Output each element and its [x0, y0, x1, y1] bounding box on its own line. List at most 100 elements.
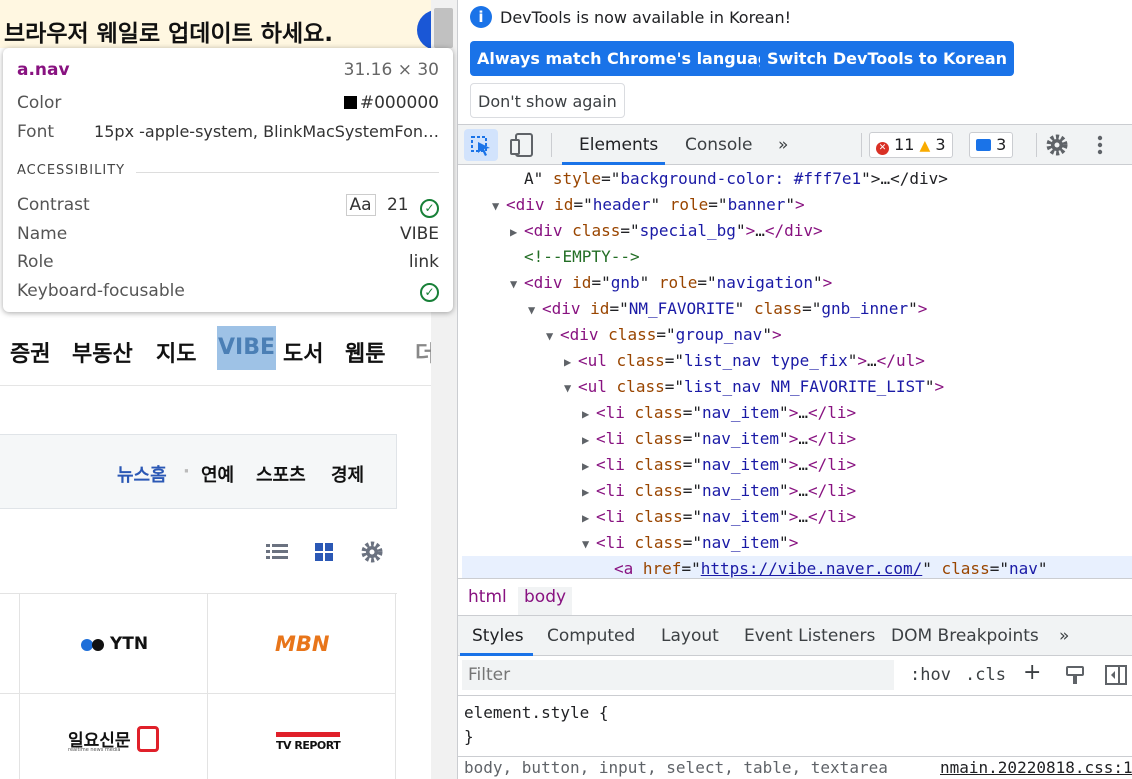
nav-item-more[interactable]: 더	[415, 336, 431, 368]
dom-node-line[interactable]: ▶ <li class="nav_item">…</li>	[582, 455, 856, 474]
issues-counter[interactable]: ✕ 11 ▲ 3	[869, 132, 953, 158]
expand-triangle-icon[interactable]: ▼	[546, 329, 560, 343]
expand-triangle-icon[interactable]: ▶	[582, 459, 596, 473]
update-banner[interactable]: 브라우저 웨일로 업데이트 하세요.	[0, 0, 431, 48]
press-name: MBN	[275, 632, 330, 656]
switch-to-korean-button[interactable]: Switch DevTools to Korean	[760, 41, 1015, 76]
tooltip-keyboard-check-wrap: ✓	[420, 281, 439, 302]
tooltip-font-row: Font 15px -apple-system, BlinkMacSystemF…	[17, 122, 439, 142]
dom-node-line[interactable]: ▼ <ul class="list_nav NM_FAVORITE_LIST">	[564, 377, 944, 396]
expand-triangle-icon[interactable]: ▼	[528, 303, 542, 317]
dom-node-line[interactable]: ▶ <li class="nav_item">…</li>	[582, 507, 856, 526]
more-options-icon[interactable]	[1090, 133, 1110, 157]
dom-node-line[interactable]: A" style="background-color: #fff7e1">…</…	[524, 169, 948, 188]
dom-node-line[interactable]: ▼ <div id="NM_FAVORITE" class="gnb_inner"…	[528, 299, 927, 318]
infobar-message: DevTools is now available in Korean!	[500, 8, 791, 27]
more-tabs-chevron-icon[interactable]: »	[778, 135, 788, 155]
news-entertainment-link[interactable]: 연예	[201, 461, 234, 487]
settings-gear-icon[interactable]	[1045, 133, 1069, 157]
warning-icon: ▲	[919, 138, 931, 154]
press-name: TV REPORT	[276, 732, 341, 752]
dom-node-line[interactable]: <a href="https://vibe.naver.com/" class=…	[614, 559, 1048, 578]
color-swatch-icon	[343, 96, 357, 109]
styles-filter-bar: :hov .cls +	[458, 656, 1132, 696]
tooltip-keyboard-label: Keyboard-focusable	[17, 281, 185, 301]
tooltip-divider	[136, 172, 439, 173]
more-tabs-chevron-icon[interactable]: »	[1059, 626, 1069, 646]
dom-node-line[interactable]: ▶ <li class="nav_item">…</li>	[582, 429, 856, 448]
list-view-icon[interactable]	[265, 540, 289, 564]
breadcrumb-body[interactable]: body	[518, 587, 573, 617]
tab-elements[interactable]: Elements	[579, 135, 658, 155]
element-style-selector[interactable]: element.style {	[464, 703, 609, 722]
expand-triangle-icon[interactable]: ▼	[564, 381, 578, 395]
tooltip-name-label: Name	[17, 224, 68, 244]
dont-show-again-button[interactable]: Don't show again	[470, 83, 625, 118]
dom-node-line[interactable]: ▼ <div id="header" role="banner">	[492, 195, 805, 214]
tab-console[interactable]: Console	[685, 135, 753, 155]
nav-item-stock[interactable]: 증권	[10, 336, 50, 368]
expand-triangle-icon[interactable]: ▼	[492, 199, 506, 213]
rule-source-link[interactable]: nmain.20220818.css:1	[940, 758, 1132, 777]
expand-triangle-icon[interactable]: ▶	[582, 407, 596, 421]
dom-node-line[interactable]: ▶ <li class="nav_item">…</li>	[582, 403, 856, 422]
devtools-toolbar: Elements Console » ✕ 11 ▲ 3 3	[458, 124, 1132, 165]
settings-gear-icon[interactable]	[360, 540, 384, 564]
dom-node-line[interactable]: ▶ <ul class="list_nav type_fix">…</ul>	[564, 351, 925, 370]
tab-event-listeners[interactable]: Event Listeners	[744, 626, 875, 646]
message-icon	[976, 139, 991, 151]
expand-triangle-icon[interactable]: ▶	[564, 355, 578, 369]
news-home-link[interactable]: 뉴스홈	[117, 461, 167, 487]
tab-layout[interactable]: Layout	[661, 626, 719, 646]
press-subtitle: realtime news media	[68, 747, 121, 753]
paint-brush-icon[interactable]	[1064, 664, 1086, 686]
nav-item-webtoon[interactable]: 웹툰	[345, 336, 385, 368]
tooltip-contrast-wrap: Aa 21 ✓	[345, 194, 439, 218]
news-sports-link[interactable]: 스포츠	[256, 461, 306, 487]
grid-view-icon[interactable]	[312, 540, 336, 564]
news-panel: 뉴스홈 · 연예 스포츠 경제	[0, 434, 397, 509]
nav-item-map[interactable]: 지도	[156, 336, 196, 368]
tab-computed[interactable]: Computed	[547, 626, 635, 646]
news-economy-link[interactable]: 경제	[331, 461, 364, 487]
press-cell-mbn[interactable]: MBN	[208, 594, 396, 694]
press-cell-tvreport[interactable]: TV REPORT	[208, 694, 396, 779]
contrast-sample: Aa	[345, 194, 376, 216]
messages-counter[interactable]: 3	[969, 132, 1014, 158]
expand-triangle-icon[interactable]: ▼	[510, 277, 524, 291]
dom-node-line[interactable]: ▼ <div class="group_nav">	[546, 325, 782, 344]
expand-triangle-icon[interactable]: ▶	[582, 511, 596, 525]
dom-node-line[interactable]: ▶ <div class="special_bg">…</div>	[510, 221, 823, 240]
styles-filter-input[interactable]	[462, 660, 894, 690]
tooltip-contrast-label: Contrast	[17, 195, 90, 215]
hover-state-toggle[interactable]: :hov	[910, 665, 951, 685]
class-toggle[interactable]: .cls	[965, 665, 1006, 685]
tooltip-selector: a.nav	[17, 60, 70, 80]
rule-selector[interactable]: body, button, input, select, table, text…	[464, 758, 888, 777]
expand-triangle-icon[interactable]: ▶	[582, 485, 596, 499]
expand-triangle-icon[interactable]: ▼	[582, 537, 596, 551]
breadcrumb-html[interactable]: html	[462, 587, 513, 617]
tooltip-color-label: Color	[17, 93, 62, 113]
scrollbar-thumb[interactable]	[434, 8, 453, 48]
device-toolbar-icon[interactable]	[508, 131, 538, 159]
press-cell-ytn[interactable]: YTN	[20, 594, 208, 694]
dom-node-line[interactable]: ▼ <div id="gnb" role="navigation">	[510, 273, 832, 292]
tab-styles[interactable]: Styles	[472, 626, 524, 646]
dom-node-line[interactable]: ▶ <li class="nav_item">…</li>	[582, 481, 856, 500]
new-style-rule-plus-icon[interactable]: +	[1023, 660, 1041, 685]
always-match-language-button[interactable]: Always match Chrome's language	[470, 41, 788, 76]
toggle-sidebar-icon[interactable]	[1104, 664, 1128, 686]
dom-node-line[interactable]: <!--EMPTY-->	[524, 247, 640, 266]
breadcrumb: html body	[458, 578, 1132, 617]
expand-triangle-icon[interactable]: ▶	[582, 433, 596, 447]
press-cell-ilyo[interactable]: 일요신문 realtime news media	[20, 694, 208, 779]
inspect-element-button[interactable]	[464, 129, 498, 161]
dom-node-line[interactable]: ▼ <li class="nav_item">	[582, 533, 798, 552]
ilyo-logo-icon	[137, 726, 159, 752]
nav-item-realestate[interactable]: 부동산	[72, 336, 133, 368]
tab-dom-breakpoints[interactable]: DOM Breakpoints	[891, 626, 1039, 646]
nav-item-books[interactable]: 도서	[283, 336, 323, 368]
nav-item-vibe[interactable]: VIBE	[217, 326, 277, 370]
expand-triangle-icon[interactable]: ▶	[510, 225, 524, 239]
